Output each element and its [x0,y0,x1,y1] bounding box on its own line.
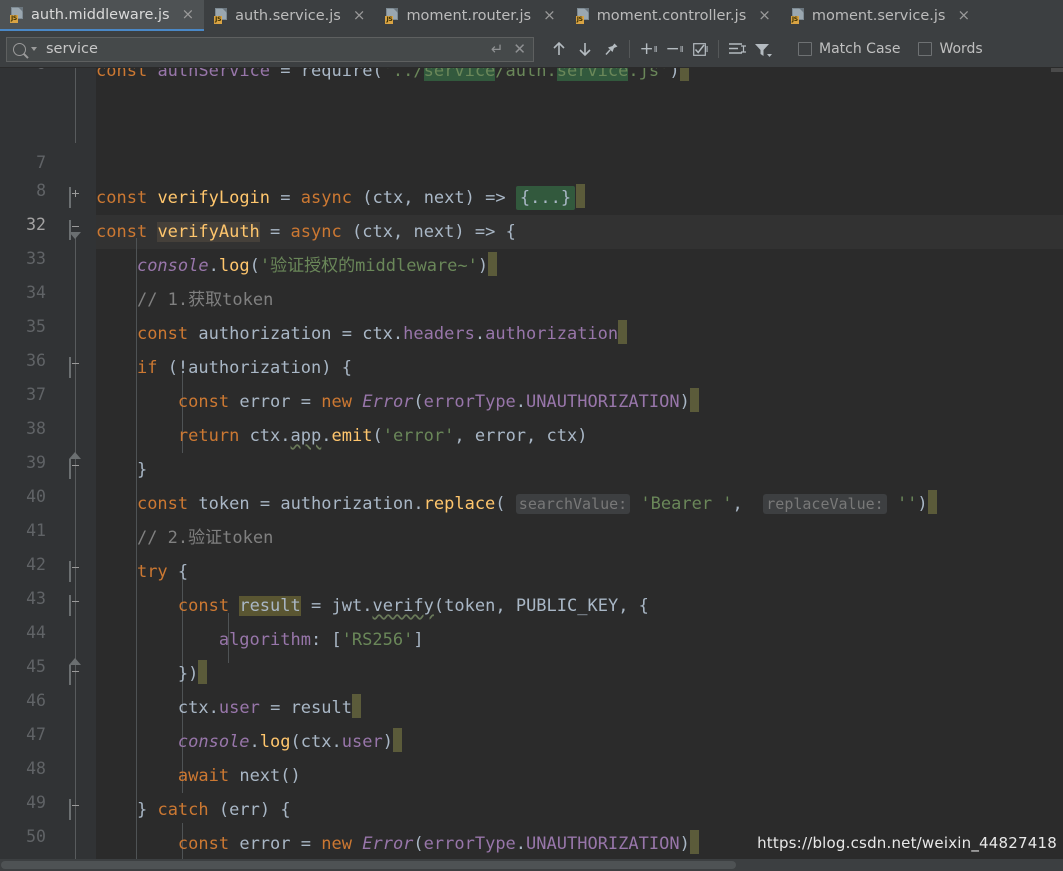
js-file-icon: JS [790,7,806,24]
search-history-dropdown-icon[interactable] [31,47,37,51]
search-input-wrapper[interactable]: service ↵ ✕ [6,36,534,62]
search-icon [13,42,26,56]
js-file-icon: JS [575,7,591,24]
match-case-label: Match Case [819,41,901,57]
code-line-35[interactable]: const authorization = ctx.headers.author… [96,317,628,351]
horizontal-scrollbar-thumb[interactable] [1,861,736,869]
code-line-47[interactable]: console.log(ctx.user) [96,725,402,759]
tab-moment-service-js[interactable]: JS moment.service.js × [781,0,980,31]
tab-close-icon[interactable]: × [954,6,975,25]
tab-moment-router-js[interactable]: JS moment.router.js × [375,0,565,31]
in-selection-button[interactable] [724,36,750,62]
clear-search-icon[interactable]: ✕ [510,41,529,57]
in-selection-icon [729,43,746,54]
watermark-text: https://blog.csdn.net/weixin_44827418 [757,834,1057,852]
arrow-down-icon [579,43,591,57]
js-file-icon: JS [10,6,25,23]
code-editor[interactable]: 6 7 8 32 33 34 35 36 37 38 39 40 41 42 4… [0,68,1063,871]
find-previous-button[interactable] [546,36,572,62]
tab-moment-controller-js[interactable]: JS moment.controller.js × [566,0,781,31]
code-line-43[interactable]: const result = jwt.verify(token, PUBLIC_… [96,589,649,623]
remove-selection-button[interactable]: − II [661,36,687,62]
checkbox-box-icon [798,42,812,56]
code-line-32[interactable]: const verifyAuth = async (ctx, next) => … [96,215,516,249]
tab-label: auth.middleware.js [31,6,170,23]
code-line-38[interactable]: return ctx.app.emit('error', error, ctx) [96,419,588,453]
code-line-48[interactable]: await next() [96,759,301,793]
inlay-hint-replace-value: replaceValue: [763,494,887,514]
code-line-41[interactable]: // 2.验证token [96,521,273,555]
search-input[interactable]: service [41,41,484,57]
tab-close-icon[interactable]: × [349,6,370,25]
code-content[interactable]: const authService = require('../service/… [0,68,1063,871]
words-label: Words [939,41,983,57]
horizontal-scrollbar-track[interactable] [0,859,1063,871]
inlay-hint-search-value: searchValue: [515,494,631,514]
code-line-44[interactable]: algorithm: ['RS256'] [96,623,424,657]
tab-close-icon[interactable]: × [539,6,560,25]
tab-auth-middleware-js[interactable]: JS auth.middleware.js × [0,0,205,31]
new-line-icon[interactable]: ↵ [488,41,507,57]
find-next-button[interactable] [572,36,598,62]
tab-auth-service-js[interactable]: JS auth.service.js × [204,0,375,31]
words-checkbox[interactable]: Words [918,41,983,57]
error-stripe-marker [1051,68,1063,72]
match-case-checkbox[interactable]: Match Case [798,41,900,57]
arrow-up-icon [553,41,565,55]
code-line-49[interactable]: } catch (err) { [96,793,291,827]
pin-button[interactable] [598,36,624,62]
code-line-34[interactable]: // 1.获取token [96,283,273,317]
editor-tab-bar: JS auth.middleware.js × JS auth.service.… [0,0,1063,31]
code-line-45[interactable]: }) [96,657,208,691]
toolbar-separator [629,40,630,58]
filter-button[interactable] [750,36,776,62]
code-line-39[interactable]: } [96,453,147,487]
code-line-6[interactable]: const authService = require('../service/… [96,68,689,88]
tab-close-icon[interactable]: × [754,6,775,25]
code-line-37[interactable]: const error = new Error(errorType.UNAUTH… [96,385,699,419]
toolbar-separator [718,40,719,58]
tab-label: moment.router.js [406,7,532,24]
tab-label: moment.controller.js [596,7,747,24]
js-file-icon: JS [385,7,400,24]
find-toolbar: service ↵ ✕ + II − II II Match Case Word… [0,31,1063,68]
pin-icon [604,43,617,55]
tab-label: auth.service.js [235,7,341,24]
code-line-8[interactable]: const verifyLogin = async (ctx, next) =>… [96,181,586,215]
code-line-50[interactable]: const error = new Error(errorType.UNAUTH… [96,827,699,861]
code-line-46[interactable]: ctx.user = result [96,691,361,725]
filter-funnel-icon [755,43,772,57]
code-line-36[interactable]: if (!authorization) { [96,351,352,385]
code-line-42[interactable]: try { [96,555,188,589]
js-file-icon: JS [214,7,229,24]
select-all-occurrences-button[interactable]: II [687,36,713,62]
tab-label: moment.service.js [811,7,946,24]
code-line-40[interactable]: const token = authorization.replace( sea… [96,487,937,521]
add-selection-next-button[interactable]: + II [635,36,661,62]
checkbox-box-icon [918,42,933,56]
code-line-33[interactable]: console.log('验证授权的middleware~') [96,249,498,283]
tab-close-icon[interactable]: × [178,5,199,24]
